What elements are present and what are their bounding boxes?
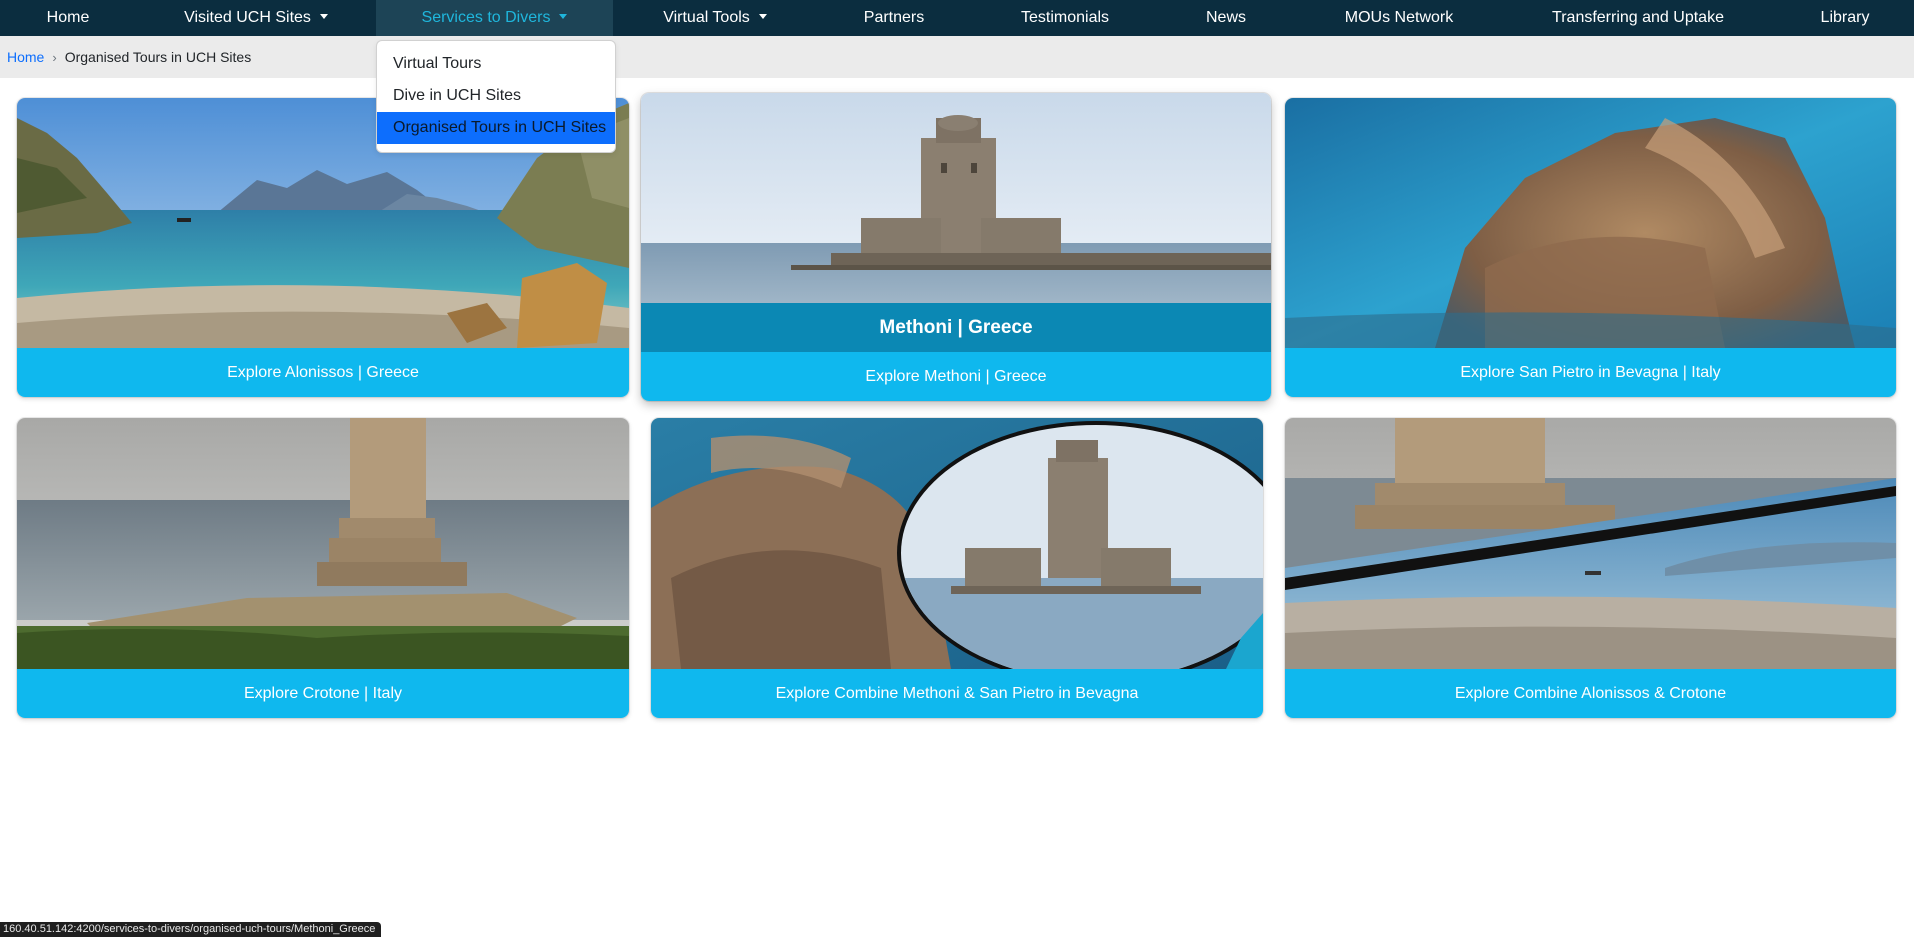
nav-visited-uch-sites-label: Visited UCH Sites xyxy=(184,9,311,26)
caret-down-icon xyxy=(319,14,328,19)
explore-combine-alonissos-crotone-button[interactable]: Explore Combine Alonissos & Crotone xyxy=(1285,669,1896,718)
breadcrumb: Home › Organised Tours in UCH Sites xyxy=(0,36,1914,78)
nav-home[interactable]: Home xyxy=(24,0,112,36)
tour-card-methoni[interactable]: Methoni | Greece Explore Methoni | Greec… xyxy=(641,93,1271,401)
nav-virtual-tools-label: Virtual Tools xyxy=(663,9,750,26)
tour-card-combine-alonissos-crotone[interactable]: Explore Combine Alonissos & Crotone xyxy=(1285,418,1896,718)
nav-testimonials[interactable]: Testimonials xyxy=(1010,0,1120,36)
crotone-column-image xyxy=(17,418,629,669)
nav-services-to-divers[interactable]: Services to Divers xyxy=(376,0,613,36)
nav-partners[interactable]: Partners xyxy=(850,0,938,36)
services-dropdown-menu: Virtual Tours Dive in UCH Sites Organise… xyxy=(376,40,616,153)
nav-virtual-tools[interactable]: Virtual Tools xyxy=(650,0,780,36)
explore-methoni-button[interactable]: Explore Methoni | Greece xyxy=(641,352,1271,401)
explore-combine-methoni-san-pietro-button[interactable]: Explore Combine Methoni & San Pietro in … xyxy=(651,669,1263,718)
nav-mous-network[interactable]: MOUs Network xyxy=(1334,0,1464,36)
dropdown-item-organised-tours[interactable]: Organised Tours in UCH Sites xyxy=(377,112,615,144)
tour-card-combine-methoni-san-pietro[interactable]: Explore Combine Methoni & San Pietro in … xyxy=(651,418,1263,718)
san-pietro-underwater-image xyxy=(1285,98,1896,348)
dropdown-item-dive-in-uch-sites[interactable]: Dive in UCH Sites xyxy=(377,80,615,112)
methoni-san-pietro-collage-image xyxy=(651,418,1263,669)
dropdown-item-virtual-tours[interactable]: Virtual Tours xyxy=(377,48,615,80)
tour-card-san-pietro-in-bevagna[interactable]: Explore San Pietro in Bevagna | Italy xyxy=(1285,98,1896,397)
explore-alonissos-button[interactable]: Explore Alonissos | Greece xyxy=(17,348,629,397)
nav-news[interactable]: News xyxy=(1196,0,1256,36)
nav-library[interactable]: Library xyxy=(1810,0,1880,36)
nav-transferring-and-uptake[interactable]: Transferring and Uptake xyxy=(1538,0,1738,36)
breadcrumb-home-link[interactable]: Home xyxy=(7,49,44,65)
caret-down-icon xyxy=(559,14,568,19)
alonissos-crotone-collage-image xyxy=(1285,418,1896,669)
nav-services-to-divers-label: Services to Divers xyxy=(421,9,551,26)
tour-card-crotone[interactable]: Explore Crotone | Italy xyxy=(17,418,629,718)
methoni-hover-title: Methoni | Greece xyxy=(641,303,1271,352)
explore-san-pietro-button[interactable]: Explore San Pietro in Bevagna | Italy xyxy=(1285,348,1896,397)
browser-status-url: 160.40.51.142:4200/services-to-divers/or… xyxy=(0,922,382,937)
caret-down-icon xyxy=(758,14,767,19)
top-navigation: Home Visited UCH Sites Services to Diver… xyxy=(0,0,1914,36)
nav-visited-uch-sites[interactable]: Visited UCH Sites xyxy=(176,0,336,36)
methoni-castle-image xyxy=(641,93,1271,303)
breadcrumb-separator: › xyxy=(52,50,57,65)
breadcrumb-current: Organised Tours in UCH Sites xyxy=(64,49,252,65)
explore-crotone-button[interactable]: Explore Crotone | Italy xyxy=(17,669,629,718)
